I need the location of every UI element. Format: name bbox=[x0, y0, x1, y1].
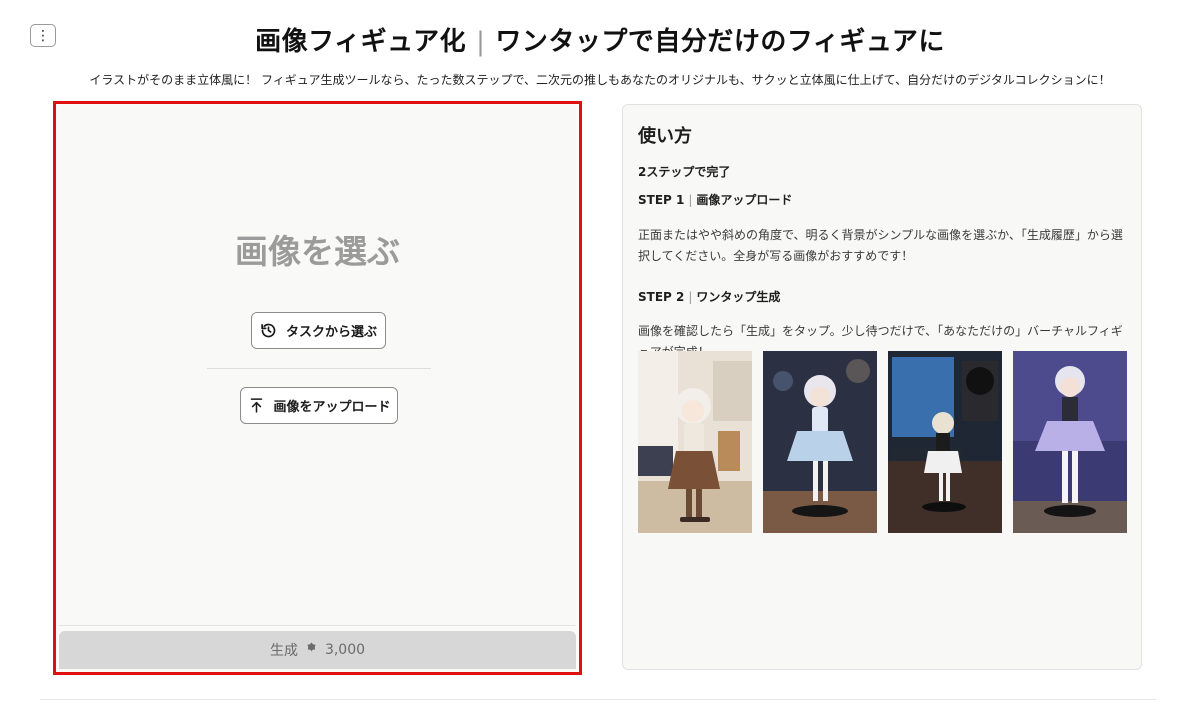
figure-example-3-image bbox=[888, 351, 1002, 533]
step2-heading: STEP 2 | ワンタップ生成 bbox=[638, 290, 781, 304]
select-from-task-label: タスクから選ぶ bbox=[285, 325, 377, 340]
step1-heading: STEP 1 | 画像アップロード bbox=[638, 193, 793, 207]
generate-cost: 3,000 bbox=[324, 642, 366, 658]
figure-example-2-image bbox=[763, 351, 877, 533]
howto-title: 使い方 bbox=[638, 126, 692, 147]
title-tail: ワンタップで自分だけのフィギュアに bbox=[495, 27, 945, 57]
page-title: 画像フィギュア化 | ワンタップで自分だけのフィギュアに bbox=[0, 21, 1200, 58]
generate-button[interactable]: 生成 3,000 bbox=[59, 631, 576, 669]
upload-heading: 画像を選ぶ bbox=[235, 232, 400, 271]
page: ⋮ 画像フィギュア化 | ワンタップで自分だけのフィギュアに イラストがそのまま立体… bbox=[0, 0, 1200, 707]
title-separator: | bbox=[476, 27, 486, 57]
upload-arrow-icon bbox=[247, 397, 265, 415]
figure-example-4 bbox=[1013, 351, 1127, 533]
credit-icon bbox=[304, 641, 319, 660]
select-from-task-button[interactable]: タスクから選ぶ bbox=[251, 312, 386, 349]
step2-label: STEP 2 bbox=[638, 290, 685, 304]
figure-example-1-image bbox=[638, 351, 752, 533]
step1-label: STEP 1 bbox=[638, 193, 685, 207]
howto-panel: 使い方 2ステップで完了 STEP 1 | 画像アップロード 正面またはやや斜めの角… bbox=[622, 104, 1142, 670]
figure-example-2 bbox=[763, 351, 877, 533]
upload-area[interactable]: 画像を選ぶ タスクから選ぶ 画像をアップロード bbox=[59, 107, 576, 626]
step2-name: ワンタップ生成 bbox=[696, 290, 781, 304]
figure-example-1 bbox=[638, 351, 752, 533]
upload-image-button[interactable]: 画像をアップロード bbox=[240, 387, 398, 424]
figure-example-3 bbox=[888, 351, 1002, 533]
figure-example-4-image bbox=[1013, 351, 1127, 533]
upload-panel: 画像を選ぶ タスクから選ぶ 画像をアップロード 生成 3,000 bbox=[53, 101, 582, 675]
divider bbox=[207, 368, 431, 369]
step1-description: 正面またはやや斜めの角度で、明るく背景がシンプルな画像を選ぶか、「生成履歴」から… bbox=[638, 228, 1123, 263]
history-icon bbox=[260, 322, 278, 340]
page-subtitle: イラストがそのまま立体風に！ フィギュア生成ツールなら、たった数ステップで、二次… bbox=[89, 73, 1111, 87]
example-gallery bbox=[638, 351, 1127, 533]
upload-image-label: 画像をアップロード bbox=[273, 400, 391, 415]
generate-label: 生成 bbox=[269, 643, 298, 659]
howto-summary: 2ステップで完了 bbox=[638, 165, 731, 179]
footer-divider bbox=[40, 699, 1156, 700]
title-main: 画像フィギュア化 bbox=[255, 27, 467, 57]
step1-name: 画像アップロード bbox=[696, 193, 793, 207]
